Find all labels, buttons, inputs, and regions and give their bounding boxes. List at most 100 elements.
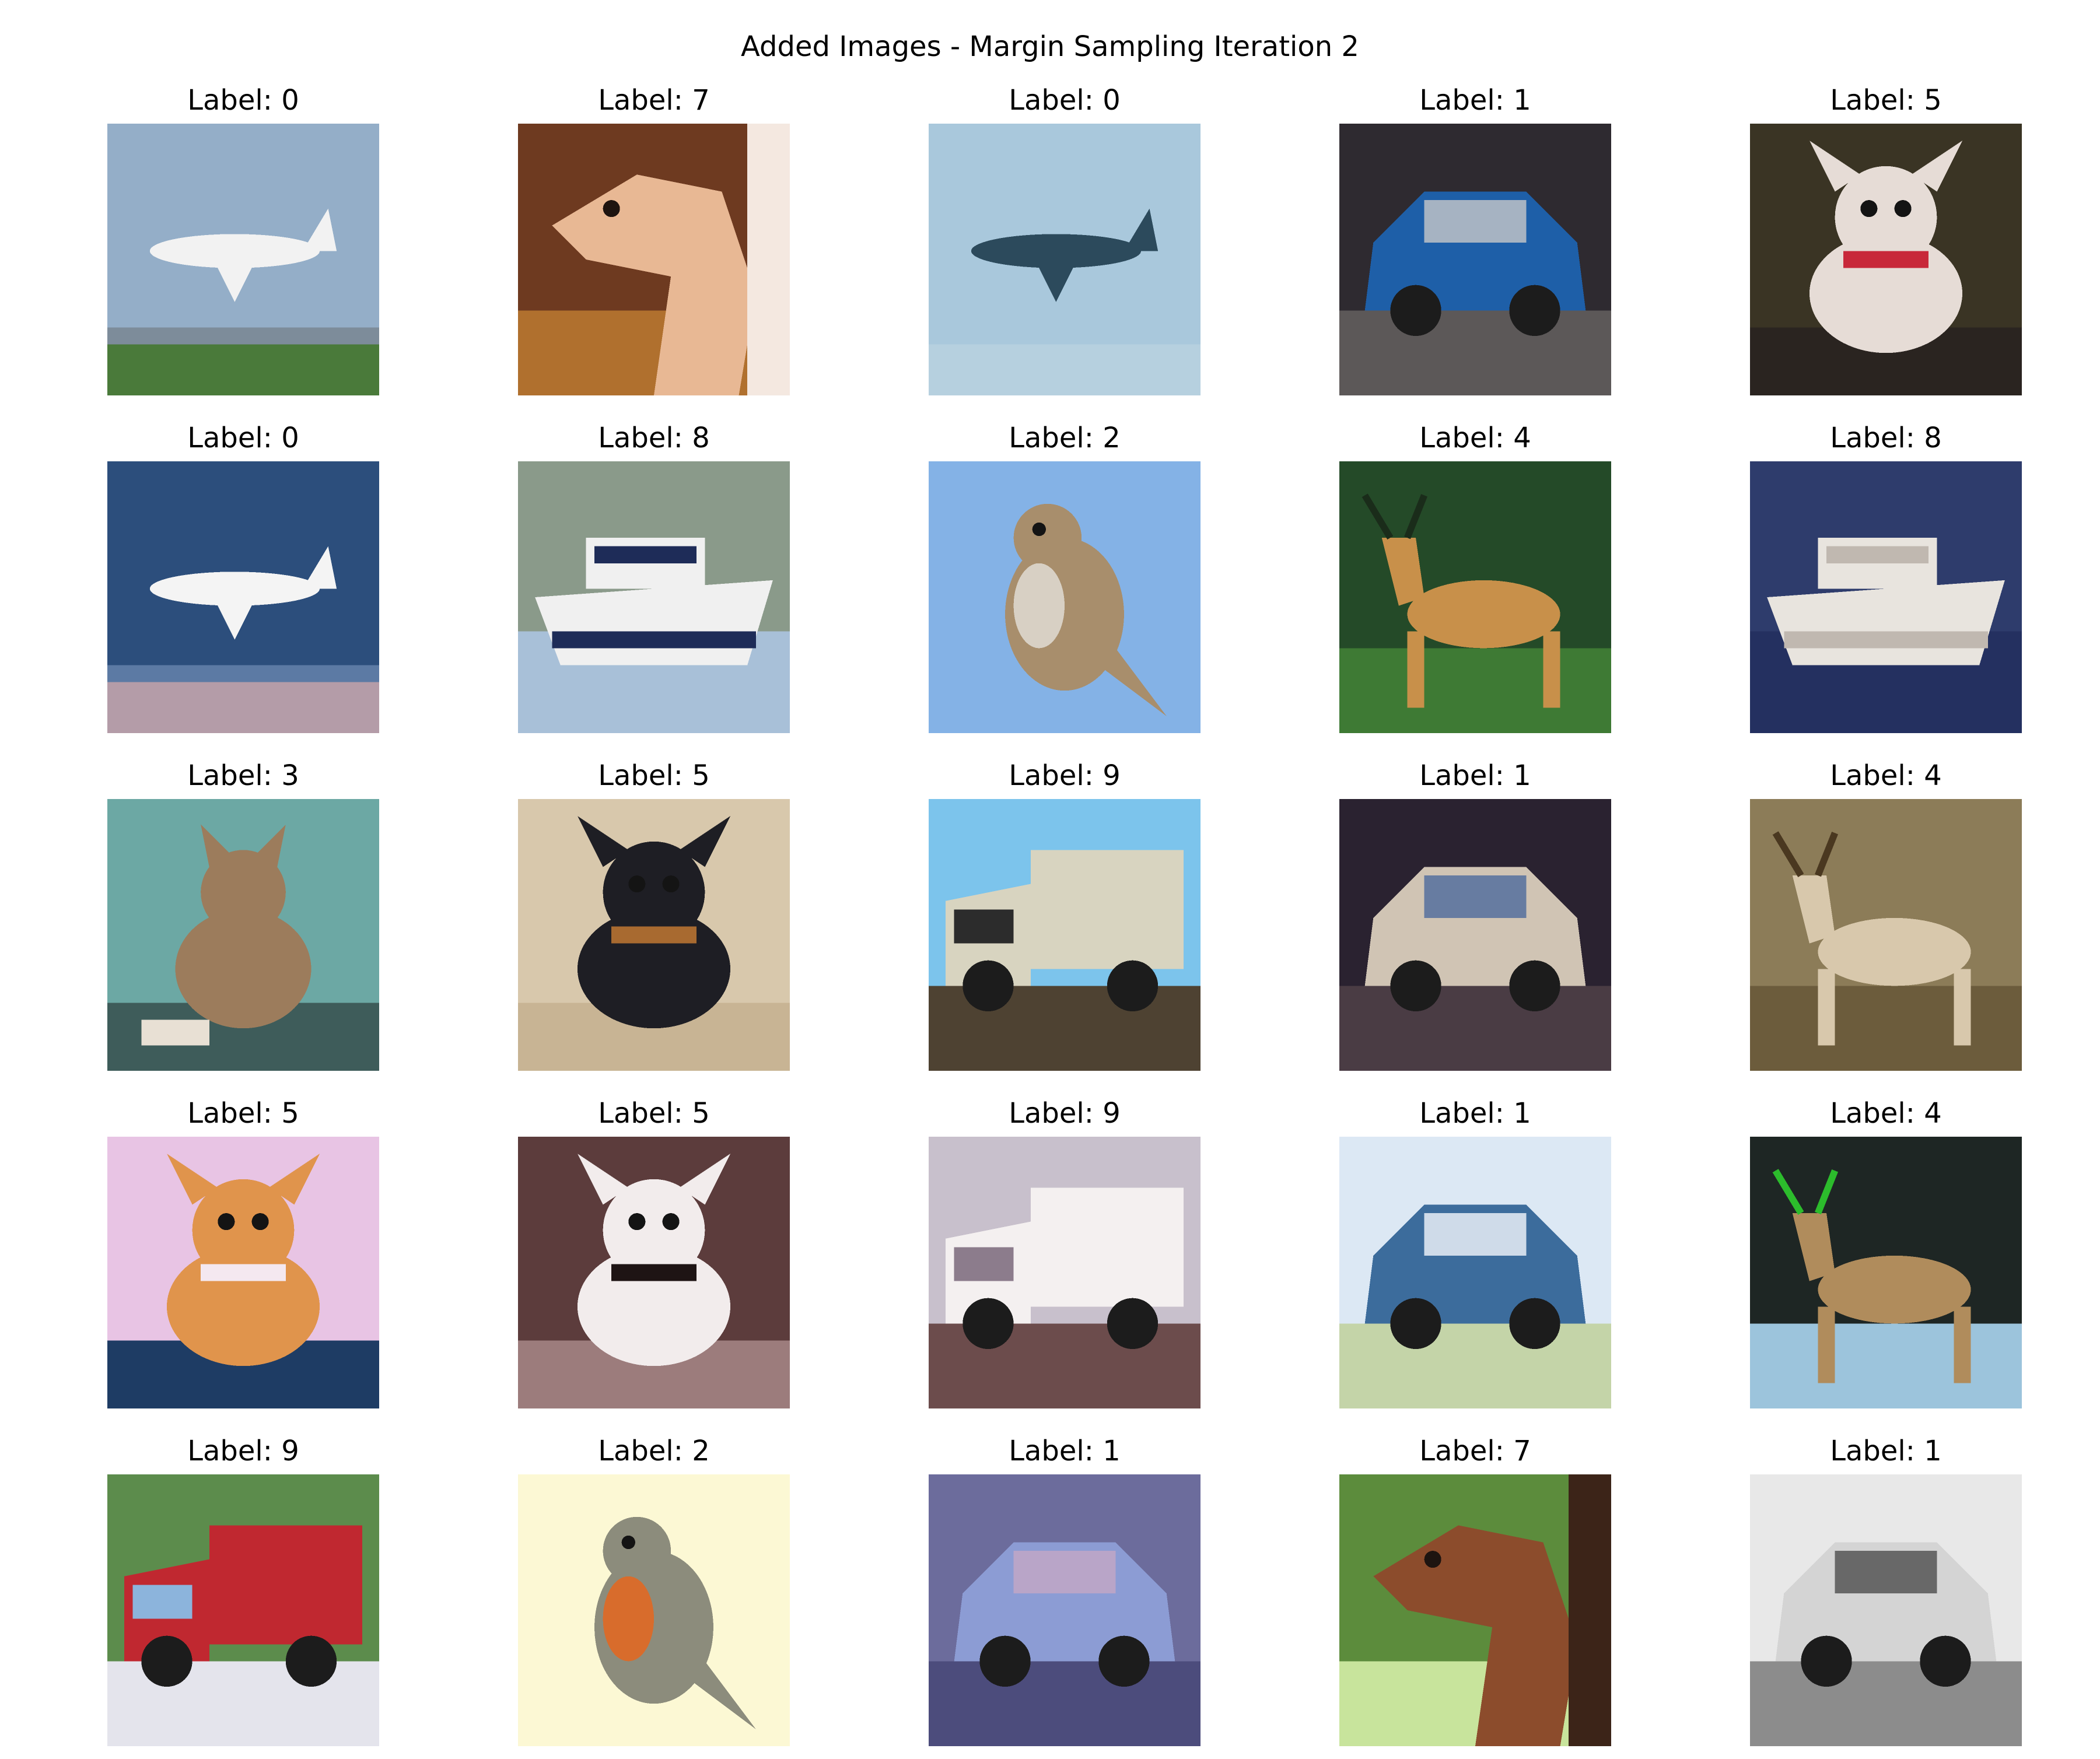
image-label: Label: 8 — [598, 422, 710, 454]
image-cell: Label: 4 — [1750, 1095, 2022, 1421]
image-label: Label: 2 — [1009, 422, 1121, 454]
automobile-image — [1339, 799, 1611, 1071]
image-label: Label: 0 — [187, 422, 299, 454]
dog-image — [1750, 124, 2022, 395]
image-label: Label: 1 — [1830, 1435, 1942, 1467]
image-label: Label: 4 — [1830, 1097, 1942, 1130]
image-label: Label: 1 — [1009, 1435, 1121, 1467]
image-cell: Label: 2 — [929, 419, 1200, 746]
automobile-thumbnail — [1339, 124, 1611, 395]
dog-thumbnail — [1750, 124, 2022, 395]
truck-image — [929, 1137, 1200, 1408]
ship-thumbnail — [518, 461, 790, 733]
image-label: Label: 0 — [187, 84, 299, 117]
image-cell: Label: 5 — [107, 1095, 379, 1421]
dog-thumbnail — [518, 1137, 790, 1408]
ship-image — [518, 461, 790, 733]
truck-image — [929, 799, 1200, 1071]
automobile-thumbnail — [1339, 799, 1611, 1071]
image-cell: Label: 5 — [1750, 82, 2022, 408]
image-label: Label: 7 — [1419, 1435, 1531, 1467]
image-label: Label: 1 — [1419, 759, 1531, 792]
cat-thumbnail — [107, 799, 379, 1071]
image-label: Label: 5 — [598, 759, 710, 792]
image-cell: Label: 3 — [107, 757, 379, 1084]
image-label: Label: 5 — [598, 1097, 710, 1130]
deer-image — [1750, 1137, 2022, 1408]
ship-thumbnail — [1750, 461, 2022, 733]
bird-image — [929, 461, 1200, 733]
dog-thumbnail — [107, 1137, 379, 1408]
dog-image — [518, 1137, 790, 1408]
automobile-image — [1750, 1474, 2022, 1746]
image-label: Label: 9 — [187, 1435, 299, 1467]
automobile-image — [1339, 1137, 1611, 1408]
automobile-thumbnail — [1339, 1137, 1611, 1408]
airplane-image — [107, 461, 379, 733]
truck-thumbnail — [929, 1137, 1200, 1408]
image-cell: Label: 7 — [1339, 1432, 1611, 1759]
deer-image — [1339, 461, 1611, 733]
horse-image — [518, 124, 790, 395]
bird-thumbnail — [518, 1474, 790, 1746]
deer-image — [1750, 799, 2022, 1071]
horse-thumbnail — [518, 124, 790, 395]
automobile-image — [1339, 124, 1611, 395]
image-label: Label: 4 — [1419, 422, 1531, 454]
image-cell: Label: 1 — [1750, 1432, 2022, 1759]
image-label: Label: 9 — [1009, 759, 1121, 792]
image-cell: Label: 5 — [518, 1095, 790, 1421]
airplane-thumbnail — [929, 124, 1200, 395]
image-cell: Label: 0 — [107, 419, 379, 746]
automobile-thumbnail — [929, 1474, 1200, 1746]
image-cell: Label: 7 — [518, 82, 790, 408]
image-label: Label: 1 — [1419, 84, 1531, 117]
deer-thumbnail — [1750, 1137, 2022, 1408]
image-cell: Label: 0 — [107, 82, 379, 408]
image-cell: Label: 9 — [929, 757, 1200, 1084]
bird-image — [518, 1474, 790, 1746]
truck-thumbnail — [107, 1474, 379, 1746]
deer-thumbnail — [1750, 799, 2022, 1071]
airplane-thumbnail — [107, 124, 379, 395]
figure-title: Added Images - Margin Sampling Iteration… — [741, 30, 1359, 63]
image-label: Label: 4 — [1830, 759, 1942, 792]
truck-image — [107, 1474, 379, 1746]
dog-image — [107, 1137, 379, 1408]
airplane-image — [107, 124, 379, 395]
image-cell: Label: 1 — [1339, 757, 1611, 1084]
image-label: Label: 3 — [187, 759, 299, 792]
airplane-thumbnail — [107, 461, 379, 733]
image-label: Label: 8 — [1830, 422, 1942, 454]
image-label: Label: 7 — [598, 84, 710, 117]
image-cell: Label: 1 — [929, 1432, 1200, 1759]
truck-thumbnail — [929, 799, 1200, 1071]
image-cell: Label: 9 — [107, 1432, 379, 1759]
horse-image — [1339, 1474, 1611, 1746]
dog-thumbnail — [518, 799, 790, 1071]
image-label: Label: 5 — [1830, 84, 1942, 117]
image-cell: Label: 8 — [518, 419, 790, 746]
image-label: Label: 5 — [187, 1097, 299, 1130]
image-cell: Label: 8 — [1750, 419, 2022, 746]
image-label: Label: 2 — [598, 1435, 710, 1467]
image-cell: Label: 4 — [1750, 757, 2022, 1084]
image-cell: Label: 2 — [518, 1432, 790, 1759]
horse-thumbnail — [1339, 1474, 1611, 1746]
automobile-thumbnail — [1750, 1474, 2022, 1746]
airplane-image — [929, 124, 1200, 395]
automobile-image — [929, 1474, 1200, 1746]
image-cell: Label: 4 — [1339, 419, 1611, 746]
dog-image — [518, 799, 790, 1071]
deer-thumbnail — [1339, 461, 1611, 733]
image-cell: Label: 5 — [518, 757, 790, 1084]
image-label: Label: 1 — [1419, 1097, 1531, 1130]
ship-image — [1750, 461, 2022, 733]
bird-thumbnail — [929, 461, 1200, 733]
image-cell: Label: 1 — [1339, 82, 1611, 408]
cat-image — [107, 799, 379, 1071]
image-cell: Label: 9 — [929, 1095, 1200, 1421]
image-cell: Label: 1 — [1339, 1095, 1611, 1421]
image-label: Label: 0 — [1009, 84, 1121, 117]
image-cell: Label: 0 — [929, 82, 1200, 408]
